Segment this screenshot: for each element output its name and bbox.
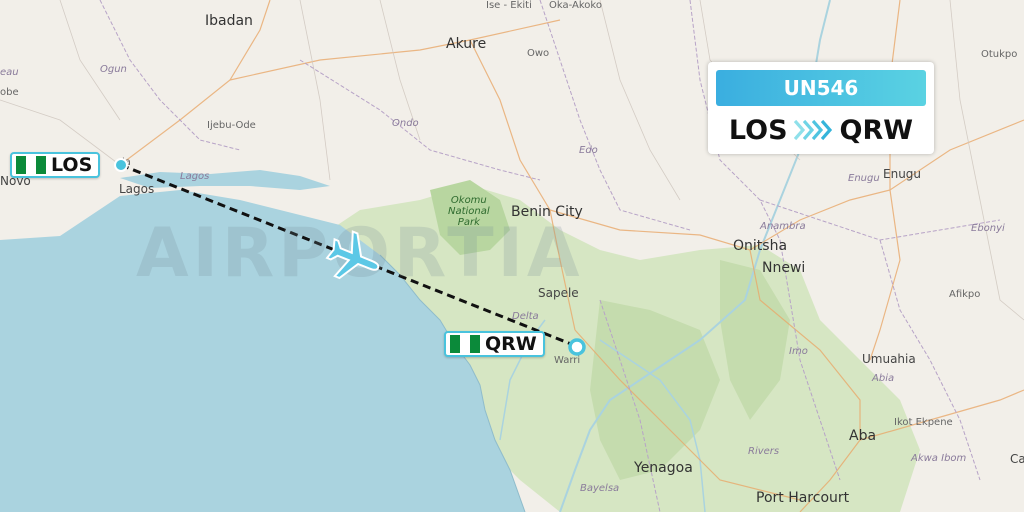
city-label: Ibadan: [205, 13, 253, 29]
city-label: Onitsha: [733, 238, 788, 254]
city-label: Ca: [1010, 452, 1024, 466]
region-label: Enugu: [848, 173, 880, 184]
city-label: Owo: [527, 48, 550, 59]
city-label: Akure: [446, 36, 487, 52]
city-label: Otukpo: [981, 49, 1018, 60]
city-label: Sapele: [538, 286, 579, 300]
park-label-line: Park: [457, 217, 480, 228]
origin-code: LOS: [51, 154, 93, 176]
destination-airport-tag[interactable]: QRW: [444, 331, 545, 357]
region-label: Anambra: [760, 221, 806, 232]
city-label: Umuahia: [862, 352, 916, 366]
city-label: Nnewi: [762, 260, 806, 276]
airplane-icon[interactable]: [322, 226, 386, 290]
region-label: Bayelsa: [580, 483, 620, 494]
region-label: Edo: [579, 145, 598, 156]
region-label: Imo: [789, 346, 808, 357]
city-label: Enugu: [883, 167, 922, 181]
destination-ring-icon[interactable]: [566, 336, 588, 358]
route-row: LOS QRW: [708, 112, 934, 148]
city-label: Lagos: [119, 182, 155, 196]
origin-airport-tag[interactable]: LOS: [10, 152, 101, 178]
nigeria-flag-icon: [16, 156, 46, 174]
flight-info-card: UN546 LOS QRW: [708, 62, 934, 154]
region-label: eau: [0, 67, 19, 78]
park-label-line: National: [448, 206, 490, 217]
region-label: Akwa Ibom: [911, 453, 967, 464]
region-label: Ondo: [392, 118, 419, 129]
region-label: Rivers: [748, 446, 780, 457]
park-label: Okomu National Park: [448, 195, 490, 228]
city-label: Ise - Ekiti: [486, 0, 532, 11]
route-arrows-icon: [793, 119, 832, 141]
region-label: Ogun: [100, 64, 127, 75]
city-label: Port Harcourt: [756, 490, 850, 506]
city-label: obe: [0, 87, 19, 98]
city-label: Oka-Akoko: [549, 0, 602, 11]
region-label: Lagos: [180, 171, 210, 182]
region-label: Ebonyi: [971, 223, 1005, 234]
park-label-line: Okomu: [450, 195, 487, 206]
destination-code: QRW: [485, 333, 537, 355]
city-label: Yenagoa: [634, 460, 693, 476]
city-label: Ikot Ekpene: [894, 417, 953, 428]
route-destination: QRW: [839, 114, 914, 146]
city-label: Afikpo: [949, 289, 981, 300]
nigeria-flag-icon: [450, 335, 480, 353]
origin-dot-icon[interactable]: [113, 157, 129, 173]
city-label: Benin City: [511, 204, 583, 220]
city-label: Ijebu-Ode: [207, 120, 256, 131]
route-origin: LOS: [728, 114, 788, 146]
region-label: Delta: [512, 311, 539, 322]
region-label: Abia: [872, 373, 895, 384]
city-label: Aba: [849, 428, 877, 444]
flight-number-banner: UN546: [716, 70, 926, 106]
